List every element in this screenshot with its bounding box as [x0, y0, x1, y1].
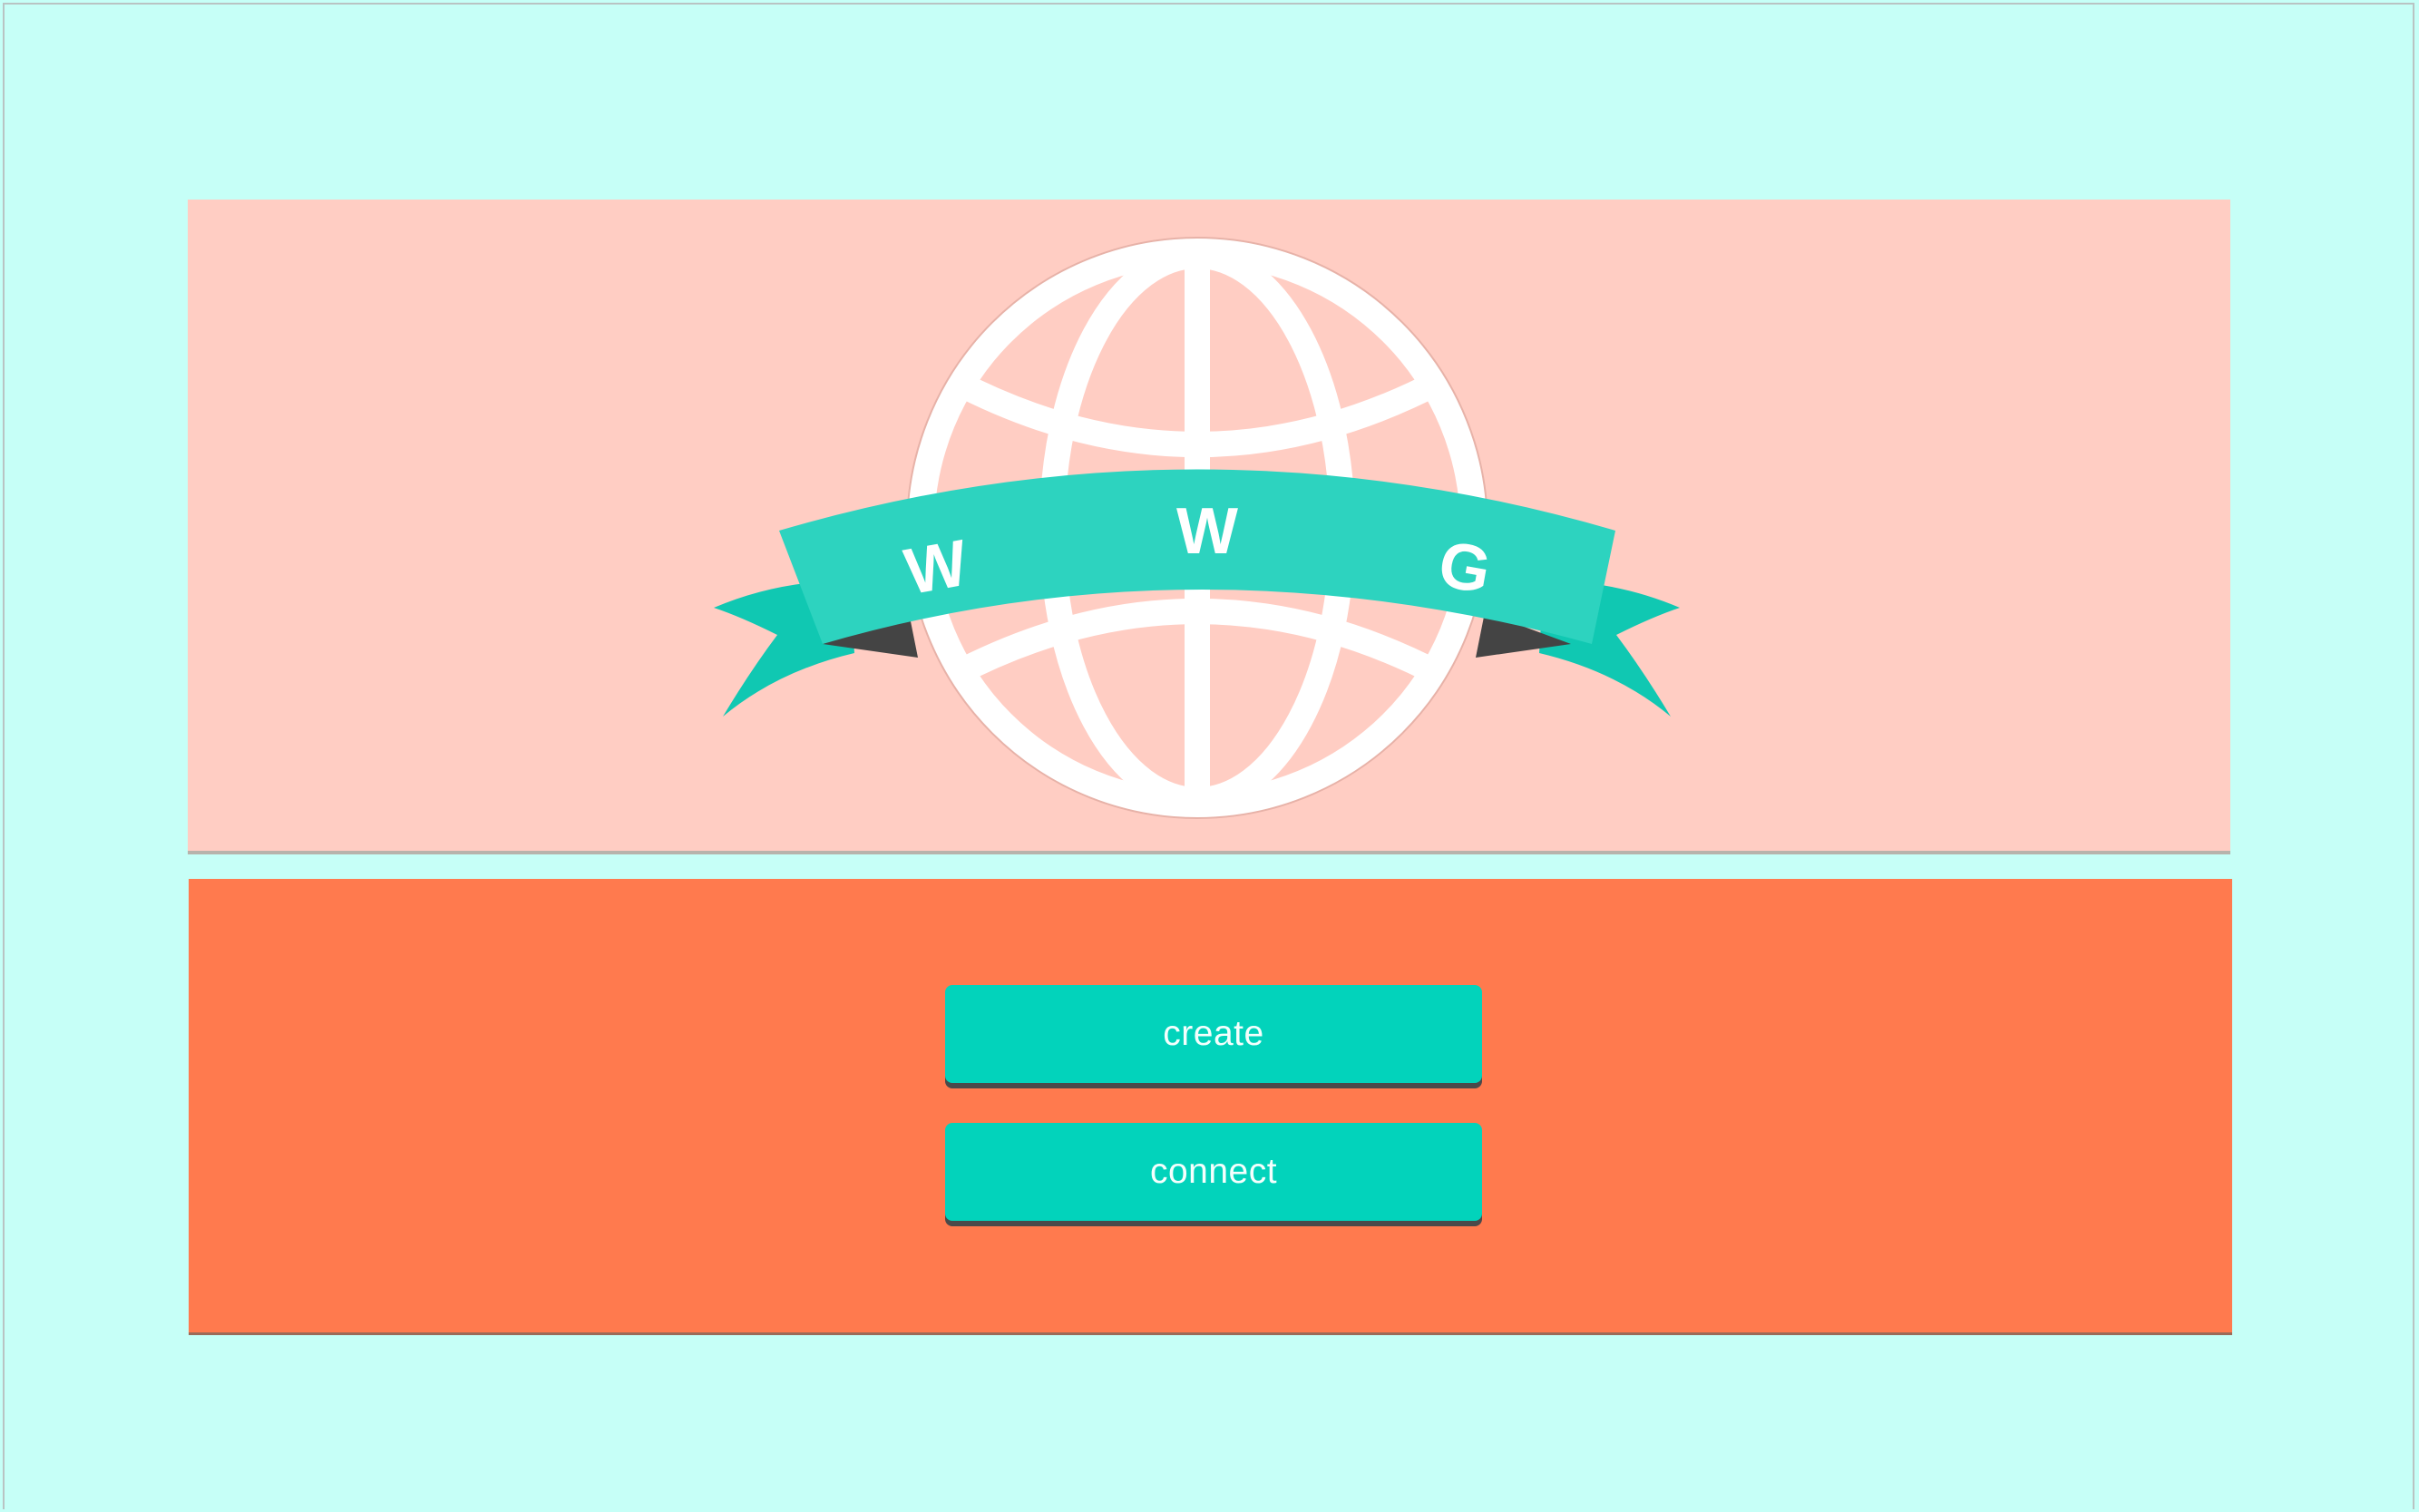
connect-button[interactable]: connect — [945, 1123, 1482, 1221]
logo-letter-2: W — [1176, 495, 1238, 568]
create-button[interactable]: create — [945, 985, 1482, 1083]
logo-letter-1: W — [900, 527, 973, 610]
actions-panel: create connect — [189, 879, 2232, 1335]
logo-banner: W W G — [188, 200, 2230, 854]
globe-logo-icon: W W G — [714, 237, 1680, 819]
app-window: W W G create connect — [3, 3, 2414, 1509]
